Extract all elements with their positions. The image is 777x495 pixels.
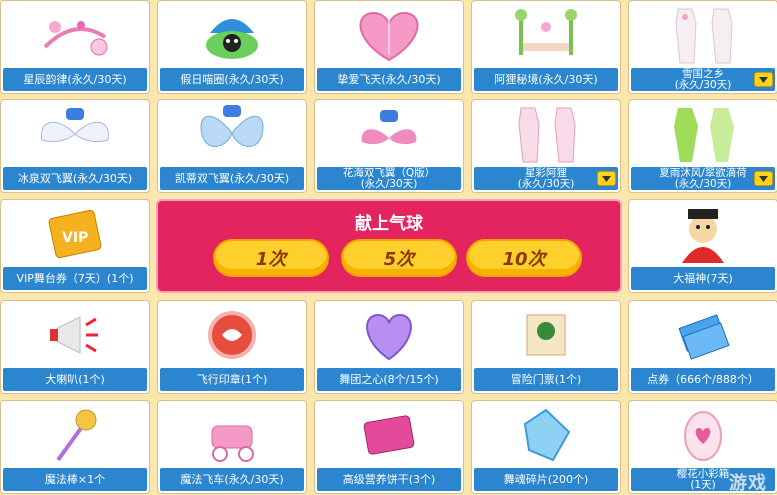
blue-crystal-icon xyxy=(472,401,620,468)
item-label: 大福神(7天) xyxy=(631,267,775,290)
item-label: 阿狸秘境(永久/30天) xyxy=(474,68,618,91)
item-card[interactable]: 舞魂碎片(200个) xyxy=(471,400,621,494)
chevron-down-icon[interactable] xyxy=(597,171,616,186)
item-card[interactable]: 舞团之心(8个/15个) xyxy=(314,300,464,394)
item-card[interactable]: 大福神(7天) xyxy=(628,199,777,293)
item-label: 舞魂碎片(200个) xyxy=(474,468,618,491)
item-label: 冰泉双飞翼(永久/30天) xyxy=(3,167,147,190)
item-card[interactable]: 星辰韵律(永久/30天) xyxy=(0,0,150,94)
pink-heart-fan-icon xyxy=(315,1,463,68)
item-card[interactable]: 飞行印章(1个) xyxy=(157,300,307,394)
white-wings-badge-icon xyxy=(1,100,149,167)
vip-ticket-icon: VIP xyxy=(1,200,149,267)
item-label: 高级营养饼干(3个) xyxy=(317,468,461,491)
item-label: VIP舞台券（7天）(1个) xyxy=(3,267,147,290)
item-label: 魔法棒×1个 xyxy=(3,468,147,491)
offer-5-button[interactable]: 5次 xyxy=(341,239,457,277)
item-card[interactable]: 点券（666个/888个） xyxy=(628,300,777,394)
red-seal-icon xyxy=(158,301,306,368)
pink-wand-charm-icon xyxy=(1,1,149,68)
pink-outfit-icon xyxy=(472,100,620,167)
scroll-ticket-icon xyxy=(472,301,620,368)
item-label: 假日喵圈(永久/30天) xyxy=(160,68,304,91)
magic-wand-icon xyxy=(1,401,149,468)
item-card[interactable]: 星彩阿狸 (永久/30天) xyxy=(471,99,621,193)
item-card[interactable]: 雪国之乡 (永久/30天) xyxy=(628,0,777,94)
item-card[interactable]: 凯蒂双飞翼(永久/30天) xyxy=(157,99,307,193)
chevron-down-icon[interactable] xyxy=(754,171,773,186)
cat-umbrella-ring-icon xyxy=(158,1,306,68)
item-card[interactable]: 夏雨沐风/翠欲滴荷 (永久/30天) xyxy=(628,99,777,193)
item-card[interactable]: 假日喵圈(永久/30天) xyxy=(157,0,307,94)
love-egg-icon xyxy=(629,401,777,468)
item-label: 魔法飞车(永久/30天) xyxy=(160,468,304,491)
item-label: 飞行印章(1个) xyxy=(160,368,304,391)
item-card[interactable]: 魔法飞车(永久/30天) xyxy=(157,400,307,494)
item-card[interactable]: 魔法棒×1个 xyxy=(0,400,150,494)
megaphone-icon xyxy=(1,301,149,368)
svg-text:VIP: VIP xyxy=(62,230,88,246)
item-card[interactable]: 大喇叭(1个) xyxy=(0,300,150,394)
item-card[interactable]: 挚爱飞天(永久/30天) xyxy=(314,0,464,94)
offer-1-button[interactable]: 1次 xyxy=(213,239,329,277)
blue-coupons-icon xyxy=(629,301,777,368)
blue-butterfly-wings-icon xyxy=(158,100,306,167)
chevron-down-icon[interactable] xyxy=(754,72,773,87)
item-card[interactable]: 花海双飞翼（Q版） (永久/30天) xyxy=(314,99,464,193)
item-label: 凯蒂双飞翼(永久/30天) xyxy=(160,167,304,190)
item-card[interactable]: 冒险门票(1个) xyxy=(471,300,621,394)
pink-carriage-icon xyxy=(158,401,306,468)
item-card[interactable]: 阿狸秘境(永久/30天) xyxy=(471,0,621,94)
pink-small-wings-icon xyxy=(315,100,463,167)
item-label: 舞团之心(8个/15个) xyxy=(317,368,461,391)
white-outfit-icon xyxy=(629,1,777,68)
item-label: 花海双飞翼（Q版） (永久/30天) xyxy=(317,167,461,190)
item-card[interactable]: 冰泉双飞翼(永久/30天) xyxy=(0,99,150,193)
biscuit-pack-icon xyxy=(315,401,463,468)
watermark-logo: 游戏 xyxy=(729,473,767,494)
garden-swing-icon xyxy=(472,1,620,68)
offer-10-button[interactable]: 10次 xyxy=(466,239,582,277)
fortune-god-icon xyxy=(629,200,777,267)
item-label: 挚爱飞天(永久/30天) xyxy=(317,68,461,91)
item-card[interactable]: 高级营养饼干(3个) xyxy=(314,400,464,494)
offer-balloon-panel: 献上气球 1次 5次 10次 xyxy=(156,199,622,293)
item-label: 星辰韵律(永久/30天) xyxy=(3,68,147,91)
purple-heart-icon xyxy=(315,301,463,368)
green-outfit-icon xyxy=(629,100,777,167)
item-label: 大喇叭(1个) xyxy=(3,368,147,391)
item-label: 点券（666个/888个） xyxy=(631,368,775,391)
item-card[interactable]: VIP VIP舞台券（7天）(1个) xyxy=(0,199,150,293)
panel-title: 献上气球 xyxy=(355,214,423,234)
item-label: 冒险门票(1个) xyxy=(474,368,618,391)
